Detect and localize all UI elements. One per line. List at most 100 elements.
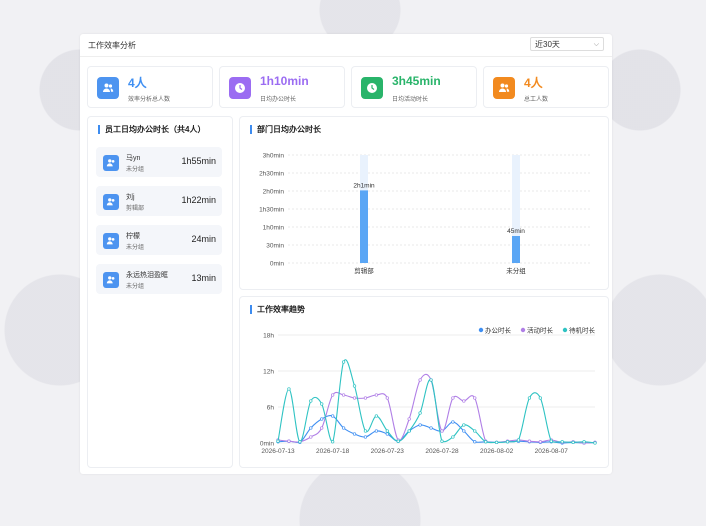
page-title: 工作效率分析: [88, 41, 136, 50]
data-point: [352, 396, 357, 400]
data-label: 45min: [507, 228, 525, 235]
user-icon: [103, 233, 119, 249]
data-point: [560, 440, 564, 444]
employee-list-title: 员工日均办公时长（共4人）: [98, 125, 205, 134]
data-point: [418, 423, 422, 427]
user-icon: [103, 272, 119, 288]
y-tick-label: 2h0min: [263, 189, 285, 196]
user-icon: [103, 194, 119, 210]
data-point: [341, 393, 346, 397]
data-point: [451, 435, 455, 439]
y-tick-label: 0min: [270, 261, 284, 268]
data-point: [276, 439, 280, 443]
x-tick-label: 未分组: [506, 266, 526, 275]
employee-list-card: 员工日均办公时长（共4人） 马yn 未分组 1h55min 刘j 剪辑部 1h2…: [87, 116, 233, 468]
y-tick-label: 12h: [263, 369, 274, 376]
stat-value: 3h45min: [392, 74, 441, 88]
legend-label: 活动时长: [527, 326, 554, 335]
employee-name: 刘j: [126, 194, 135, 201]
list-item[interactable]: 刘j 剪辑部 1h22min: [96, 186, 222, 216]
data-point: [298, 440, 302, 444]
y-tick-label: 0min: [260, 441, 274, 448]
x-tick-label: 2026-07-13: [261, 448, 295, 455]
data-point: [363, 396, 368, 400]
data-point: [429, 426, 433, 430]
chevron-down-icon: ⌵: [593, 41, 599, 48]
data-point: [593, 441, 597, 445]
clock-icon: [361, 77, 383, 99]
stat-card-total-workers: 4人 总工人数: [483, 66, 609, 108]
data-point: [527, 439, 532, 443]
legend-label: 待机时长: [569, 326, 596, 335]
efficiency-panel: 工作效率分析 近30天 ⌵ 4人 效率分析总人数 1h10min 日均办公时长 …: [80, 34, 612, 474]
data-point: [407, 429, 411, 433]
y-tick-label: 6h: [267, 405, 275, 412]
data-point: [320, 402, 324, 406]
header-divider: [80, 56, 612, 57]
dept-chart-card: 部门日均办公时长 0min 30min 1h0min 1h30min 2h0min 2h3…: [239, 116, 609, 290]
trend-line-chart: 0min 6h 12h 18h 2026-07-13 2026-07-18 2026-07-…: [260, 326, 597, 455]
data-point: [374, 429, 379, 433]
list-item[interactable]: 永远热泪盈眶 未分组 13min: [96, 264, 222, 294]
employee-dept: 未分组: [126, 245, 145, 251]
data-point: [331, 414, 335, 418]
legend-marker: [520, 327, 526, 333]
list-item[interactable]: 马yn 未分组 1h55min: [96, 147, 222, 177]
employee-dept: 未分组: [126, 284, 145, 290]
stat-value: 1h10min: [260, 74, 309, 88]
y-tick-label: 2h30min: [259, 171, 284, 178]
y-tick-label: 30min: [266, 243, 284, 250]
stat-label: 日均活动时长: [392, 97, 429, 103]
data-point: [374, 414, 379, 418]
x-tick-label: 2026-08-02: [480, 448, 514, 455]
date-range-value: 近30天: [535, 40, 560, 49]
dept-bar-chart: 0min 30min 1h0min 1h30min 2h0min 2h30min 3h0mi…: [259, 153, 592, 275]
x-tick-label: 2026-07-18: [316, 448, 350, 455]
data-label: 2h1min: [353, 182, 375, 189]
data-point: [287, 387, 291, 391]
data-point: [516, 438, 521, 442]
employee-dept: 未分组: [126, 167, 145, 173]
list-item[interactable]: 柠檬 未分组 24min: [96, 225, 222, 255]
employee-dept: 剪辑部: [126, 206, 145, 212]
data-point: [309, 426, 313, 430]
data-point: [473, 396, 477, 400]
legend-marker: [478, 327, 484, 333]
data-point: [385, 432, 389, 436]
x-tick-label: 剪辑部: [354, 266, 374, 275]
data-point: [538, 396, 542, 400]
stat-value: 4人: [128, 76, 147, 90]
data-point: [385, 396, 389, 400]
y-tick-label: 1h30min: [259, 207, 284, 214]
data-point: [320, 426, 324, 430]
data-point: [352, 432, 357, 436]
data-point: [571, 440, 575, 445]
legend-marker: [562, 327, 568, 333]
data-point: [484, 440, 488, 444]
data-point: [451, 396, 455, 400]
data-point: [440, 439, 444, 443]
stat-label: 总工人数: [524, 97, 549, 103]
data-point: [451, 420, 455, 424]
clock-icon: [229, 77, 251, 99]
data-point: [494, 440, 499, 445]
employee-time: 1h55min: [181, 156, 216, 166]
x-tick-label: 2026-07-28: [425, 448, 459, 455]
data-point: [396, 439, 400, 443]
x-tick-label: 2026-08-07: [535, 448, 569, 455]
data-point: [331, 440, 335, 444]
date-range-select[interactable]: 近30天 ⌵: [530, 37, 604, 51]
data-point: [473, 429, 477, 433]
data-point: [418, 378, 422, 382]
data-point: [287, 439, 291, 443]
y-tick-label: 1h0min: [263, 225, 285, 232]
data-point: [331, 393, 335, 397]
user-icon: [103, 155, 119, 171]
data-point: [527, 396, 532, 400]
data-point: [320, 417, 324, 421]
stat-card-avg-active: 3h45min 日均活动时长: [351, 66, 477, 108]
y-tick-label: 18h: [263, 333, 274, 340]
data-point: [341, 360, 346, 364]
legend-label: 办公时长: [485, 326, 512, 335]
data-point: [309, 435, 313, 439]
